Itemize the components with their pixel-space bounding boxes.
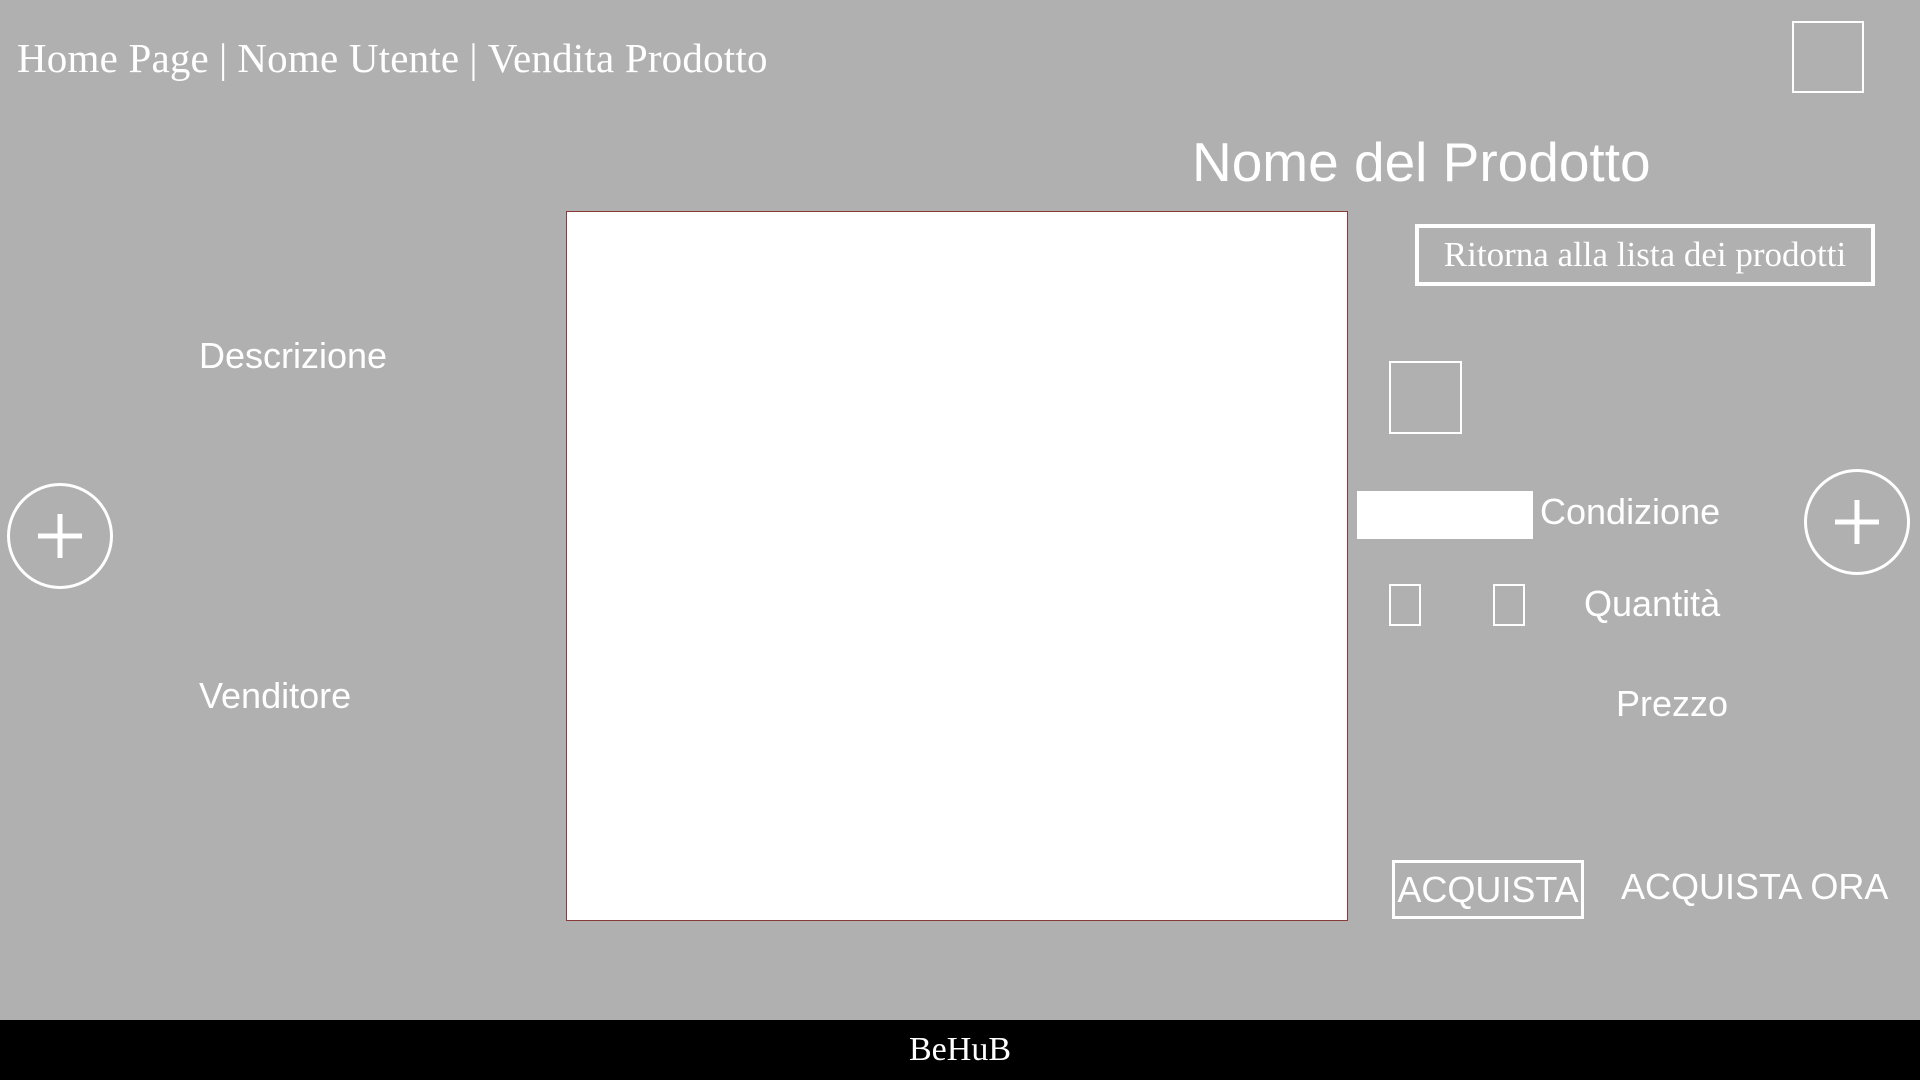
seller-label: Venditore bbox=[199, 675, 352, 716]
back-to-list-button[interactable]: Ritorna alla lista dei prodotti bbox=[1415, 224, 1875, 286]
breadcrumb-section[interactable]: Vendita Prodotto bbox=[488, 35, 768, 81]
buy-button[interactable]: ACQUISTA bbox=[1392, 860, 1584, 919]
price-label: Prezzo bbox=[1616, 683, 1729, 724]
buy-now-button[interactable]: ACQUISTA ORA bbox=[1621, 866, 1888, 908]
previous-image-button[interactable] bbox=[7, 483, 113, 589]
thumbnail-box[interactable] bbox=[1389, 361, 1462, 434]
quantity-label: Quantità bbox=[1584, 583, 1721, 624]
breadcrumb-separator: | bbox=[469, 35, 478, 81]
breadcrumb-separator: | bbox=[218, 35, 228, 81]
breadcrumb-home-link[interactable]: Home Page bbox=[17, 35, 209, 81]
footer: BeHuB bbox=[0, 1020, 1920, 1080]
product-title: Nome del Prodotto bbox=[1192, 131, 1651, 193]
condition-field[interactable] bbox=[1357, 491, 1533, 539]
breadcrumb: Home Page | Nome Utente | Vendita Prodotto bbox=[17, 34, 768, 82]
quantity-increase-box[interactable] bbox=[1493, 584, 1525, 626]
footer-brand: BeHuB bbox=[909, 1031, 1011, 1068]
plus-circle-icon bbox=[38, 514, 82, 558]
profile-icon[interactable] bbox=[1792, 21, 1864, 93]
breadcrumb-user-link[interactable]: Nome Utente bbox=[237, 35, 459, 81]
description-label: Descrizione bbox=[199, 335, 388, 376]
plus-circle-icon bbox=[1835, 500, 1879, 544]
product-image bbox=[566, 211, 1348, 921]
next-image-button[interactable] bbox=[1804, 469, 1910, 575]
condition-label: Condizione bbox=[1540, 491, 1721, 532]
quantity-decrease-box[interactable] bbox=[1389, 584, 1421, 626]
